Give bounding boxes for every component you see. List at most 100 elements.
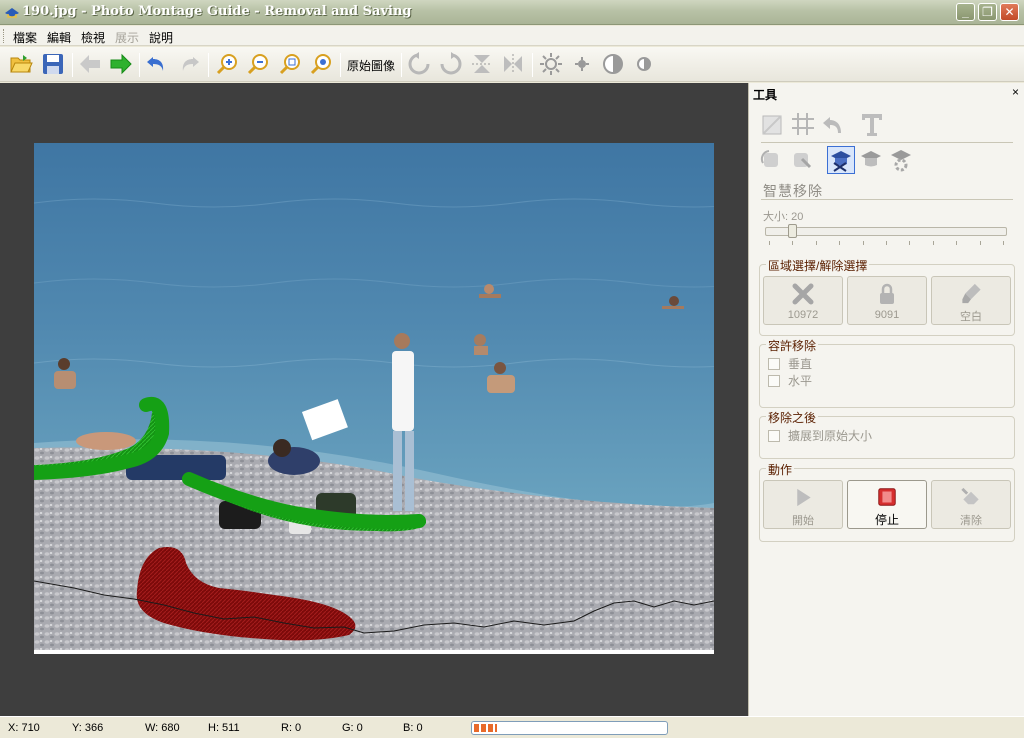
remove-x-icon	[792, 283, 814, 305]
smart-removal-heading: 智慧移除	[763, 183, 823, 199]
restore-right-icon[interactable]	[789, 146, 817, 174]
panel-title: 工具	[753, 88, 778, 102]
clear-button[interactable]: 清除	[931, 480, 1011, 529]
status-y: Y: 366	[72, 722, 104, 734]
horizontal-checkbox-row[interactable]: 水平	[768, 372, 812, 389]
flip-horizontal-icon[interactable]	[500, 51, 526, 77]
start-button[interactable]: 開始	[763, 480, 843, 529]
beach-photo[interactable]	[34, 143, 714, 654]
status-width: W: 680	[145, 722, 180, 734]
menu-edit[interactable]: 編輯	[47, 29, 71, 46]
allow-removal-group: 容許移除 垂直 水平	[759, 337, 1015, 408]
eraser-brush-icon	[962, 283, 981, 304]
gear-cap-icon[interactable]	[887, 146, 915, 174]
after-removal-group: 移除之後 擴展到原始大小	[759, 409, 1015, 459]
expand-original-row[interactable]: 擴展到原始大小	[768, 427, 872, 444]
slider-tick	[839, 241, 841, 245]
saturation-icon[interactable]	[631, 51, 657, 77]
revert-icon[interactable]	[819, 110, 847, 138]
menu-view[interactable]: 檢視	[81, 29, 105, 46]
selected-count-button[interactable]: 10972	[763, 276, 843, 325]
flip-vertical-icon[interactable]	[469, 51, 495, 77]
blank-label: 空白	[960, 311, 982, 323]
image-canvas-area[interactable]	[0, 83, 748, 716]
stop-icon	[878, 488, 896, 506]
crop-icon[interactable]	[759, 110, 787, 138]
vertical-checkbox[interactable]	[768, 357, 780, 370]
toolbar-separator	[208, 53, 209, 77]
stop-button[interactable]: 停止	[847, 480, 927, 529]
rotate-left-icon[interactable]	[406, 51, 432, 77]
save-disk-icon[interactable]	[40, 51, 66, 77]
toolbar-separator	[401, 53, 402, 77]
redo-icon[interactable]	[176, 51, 202, 77]
slider-tick	[886, 241, 887, 245]
menu-file[interactable]: 檔案	[13, 29, 37, 46]
action-group-title: 動作	[766, 461, 795, 478]
minimize-button[interactable]: _	[956, 3, 975, 21]
close-button[interactable]: ✕	[1000, 3, 1019, 21]
open-folder-icon[interactable]	[8, 51, 34, 77]
panel-divider	[761, 199, 1013, 200]
photo-canvas[interactable]	[34, 143, 714, 654]
zoom-actual-icon[interactable]	[308, 51, 334, 77]
allow-removal-title: 容許移除	[766, 337, 819, 354]
cap-icon[interactable]	[857, 146, 885, 174]
undo-icon[interactable]	[144, 51, 170, 77]
panel-close-button[interactable]: ×	[1012, 85, 1019, 99]
horizontal-label: 水平	[788, 374, 813, 388]
start-label: 開始	[792, 515, 814, 527]
action-group: 動作 開始 停止 清除	[759, 461, 1015, 542]
horizontal-checkbox[interactable]	[768, 374, 780, 387]
zoom-fit-icon[interactable]	[277, 51, 303, 77]
slider-tick	[979, 241, 981, 245]
back-arrow-icon[interactable]	[77, 51, 103, 77]
sharpen-icon[interactable]	[569, 51, 595, 77]
restore-left-icon[interactable]	[759, 146, 787, 174]
slider-tick	[1003, 241, 1004, 245]
vertical-label: 垂直	[788, 357, 813, 371]
smart-removal-icon[interactable]	[827, 146, 855, 174]
menu-bar: 檔案 編輯 檢視 展示 說明	[0, 26, 1024, 46]
brush-size-label: 大小: 20	[763, 211, 804, 223]
slider-tick	[956, 241, 958, 245]
locked-count-button[interactable]: 9091	[847, 276, 927, 325]
brightness-icon[interactable]	[538, 51, 564, 77]
expand-original-checkbox[interactable]	[768, 429, 780, 442]
toolbar-separator	[340, 53, 341, 77]
stop-label: 停止	[874, 513, 899, 527]
slider-tick	[769, 241, 770, 245]
title-bar: 190.jpg - Photo Montage Guide - Removal …	[0, 0, 1024, 25]
brush-size-slider-thumb[interactable]	[788, 224, 798, 238]
status-blue: B: 0	[403, 722, 423, 734]
menu-show[interactable]: 展示	[115, 29, 139, 46]
original-image-button[interactable]: 原始圖像	[347, 57, 395, 74]
slider-tick	[909, 241, 911, 245]
zoom-in-icon[interactable]	[214, 51, 240, 77]
play-icon	[797, 488, 811, 507]
panel-header: 工具 ×	[751, 85, 1021, 102]
tools-panel: 工具 × 智慧移除 大小: 20 區域選擇/解除選擇 10972 9091 空白…	[748, 83, 1024, 716]
brush-size-slider[interactable]	[765, 227, 1007, 236]
text-T-icon[interactable]	[858, 110, 886, 138]
status-x: X: 710	[8, 722, 40, 734]
locked-count-label: 9091	[874, 309, 900, 321]
selected-count-label: 10972	[787, 309, 819, 321]
progress-fill	[474, 724, 497, 732]
zoom-out-icon[interactable]	[245, 51, 271, 77]
toolbar-separator	[72, 53, 73, 77]
selection-group: 區域選擇/解除選擇 10972 9091 空白	[759, 257, 1015, 336]
vertical-checkbox-row[interactable]: 垂直	[768, 355, 812, 372]
panel-divider	[761, 142, 1013, 143]
restore-button[interactable]: ❐	[978, 3, 997, 21]
rotate-right-icon[interactable]	[438, 51, 464, 77]
after-removal-title: 移除之後	[766, 409, 819, 426]
clear-label: 清除	[960, 515, 982, 527]
contrast-icon[interactable]	[600, 51, 626, 77]
menu-help[interactable]: 說明	[149, 29, 173, 46]
status-red: R: 0	[281, 722, 302, 734]
progress-bar	[471, 721, 668, 735]
grid-icon[interactable]	[789, 110, 817, 138]
forward-arrow-icon[interactable]	[108, 51, 134, 77]
blank-button[interactable]: 空白	[931, 276, 1011, 325]
